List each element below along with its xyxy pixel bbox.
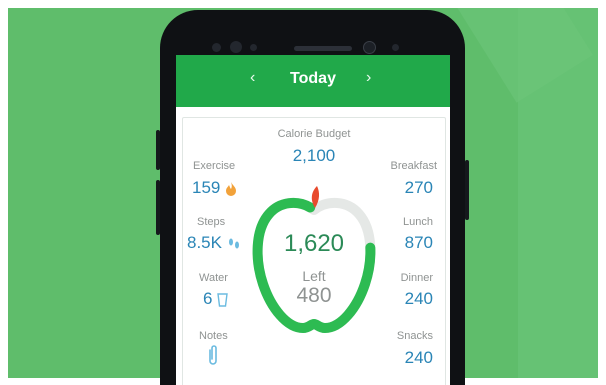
footsteps-icon xyxy=(228,238,239,249)
snacks-value: 240 xyxy=(404,348,433,367)
water-value-row: 6 xyxy=(203,289,228,309)
apple-progress-arc xyxy=(252,198,376,333)
apple-progress-ring xyxy=(252,186,376,333)
next-day-button[interactable]: › xyxy=(366,69,371,87)
notes-label: Notes xyxy=(199,330,228,342)
water-label: Water xyxy=(199,272,228,284)
front-camera xyxy=(363,41,376,54)
bixby-button xyxy=(156,180,160,235)
speaker-grille xyxy=(294,46,352,51)
steps-value-row: 8.5K xyxy=(187,233,241,253)
snacks-label: Snacks xyxy=(396,330,433,342)
consumed-calories-value: 1,620 xyxy=(283,230,345,257)
iris-sensor xyxy=(230,41,242,53)
flame-icon xyxy=(226,181,237,196)
volume-button xyxy=(156,130,160,170)
page-title: Today xyxy=(290,70,336,87)
breakfast-value: 270 xyxy=(404,178,433,197)
exercise-value: 159 xyxy=(192,178,221,197)
dinner-value: 240 xyxy=(404,289,433,308)
app-screen: ‹ Today › Calorie Budget 2,100 Exercise … xyxy=(176,55,450,385)
app-header: ‹ Today › xyxy=(176,55,450,107)
power-button xyxy=(465,160,469,220)
steps-value: 8.5K xyxy=(187,233,222,252)
sensor-dot xyxy=(250,44,257,51)
left-calories-value: 480 xyxy=(296,284,332,307)
paperclip-icon xyxy=(209,345,217,365)
lunch-value: 870 xyxy=(404,233,433,252)
calorie-summary-card: Calorie Budget 2,100 Exercise 159 Steps … xyxy=(182,117,446,385)
dinner-label: Dinner xyxy=(400,272,433,284)
exercise-label: Exercise xyxy=(193,160,236,172)
water-value: 6 xyxy=(203,289,213,308)
calorie-budget-value: 2,100 xyxy=(292,146,336,165)
exercise-value-row: 159 xyxy=(192,178,237,198)
sensor-dot xyxy=(392,44,399,51)
steps-label: Steps xyxy=(197,216,226,228)
cup-icon xyxy=(217,292,228,307)
calorie-budget-label: Calorie Budget xyxy=(277,128,351,140)
sensor-dot xyxy=(212,43,221,52)
lunch-label: Lunch xyxy=(403,216,433,228)
left-label: Left xyxy=(302,268,326,284)
breakfast-label: Breakfast xyxy=(390,160,437,172)
